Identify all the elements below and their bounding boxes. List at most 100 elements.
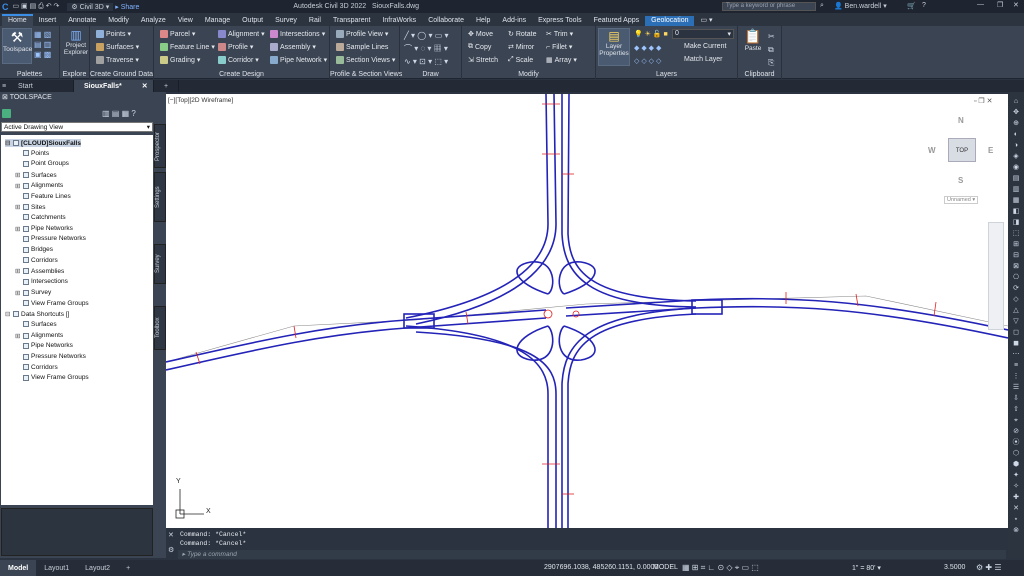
prospector-icon[interactable] [2,109,11,118]
profile-button[interactable]: Profile ▾ [218,43,253,51]
tree-item[interactable]: Pressure Networks [15,235,86,242]
toolspace-button[interactable]: ⚒ Toolspace [2,28,32,64]
vertical-tab-toolbox[interactable]: Toolbox [154,306,166,350]
compass-west[interactable]: W [928,146,936,155]
tree-item[interactable]: View Frame Groups [15,300,89,307]
layer-tools-icons[interactable]: ◆ ◆ ◆ ◆ [634,44,661,52]
tree-item[interactable]: Point Groups [15,160,69,167]
quick-access-icons[interactable]: ▭ ▣ ▤ ⎙ ↶ ↷ [11,2,62,11]
command-close-icon[interactable]: ✕ [168,531,174,539]
tabs-menu-icon[interactable]: ≡ [0,83,8,90]
ribbon-tab-annotate[interactable]: Annotate [62,16,102,26]
ribbon-tab-home[interactable]: Home [2,14,33,26]
model-space-toggle[interactable]: MODEL [653,564,678,571]
mirror-button[interactable]: ⇄ Mirror [508,43,534,52]
status-elevation-value[interactable]: 3.5000 [944,564,965,571]
new-tab-button[interactable]: + [154,80,180,92]
draw-tools-icons[interactable]: ╱ ▾ ◯ ▾ ▭ ▾ ⌒ ▾ ◌ ▾ ▦ ▾ ∿ ▾ ⊡ ▾ ⬚ ▾ [404,29,449,68]
ribbon-options-icon[interactable]: ▭ ▾ [694,15,718,26]
ribbon-tab-rail[interactable]: Rail [303,16,327,26]
rotate-button[interactable]: ↻ Rotate [508,30,537,39]
cart-icon[interactable]: 🛒 [905,2,918,10]
section-views-button[interactable]: Section Views ▾ [336,56,395,64]
layout-tab-model[interactable]: Model [0,560,37,576]
drawing-viewport[interactable]: [−][Top][2D Wireframe] ▫ ❐ ✕ Y X TOP N S… [166,94,1008,528]
tree-item[interactable]: ⊞ Sites [15,203,45,212]
layer-state-icons[interactable]: 💡 ☀ 🔓 ■ [634,30,668,38]
right-toolbar-icons[interactable]: ⌂ ✥ ⊕ ◐ ◑ ◈ ◉ ▤ ▥ ▦ ◧ ◨ ⬚ ⊞ ⊟ ⊠ ⎔ ⟳ ◇ △ ▽ ◻ ◼ ⋯ ≡ ⋮ ☰ ⇩ ⇧ ⌖ ⊘ ⦿ ⬡ ⬢ ✦ ✧ ✚ ✕ ⋆ ⊗ [1008,92,1024,536]
tree-item[interactable]: Pressure Networks [15,353,86,360]
ribbon-tab-help[interactable]: Help [470,16,496,26]
coordinate-readout[interactable]: 2907696.1038, 485260.1151, 0.0000 [544,564,658,571]
layout-tab-1[interactable]: Layout1 [36,560,77,576]
project-explorer-button[interactable]: ▥ Project Explorer [63,28,89,56]
tree-expander-icon[interactable]: ⊞ [15,332,21,340]
pipe-network-button[interactable]: Pipe Network ▾ [270,56,327,64]
ribbon-tab-analyze[interactable]: Analyze [135,16,172,26]
doc-tab-start[interactable]: Start [8,80,74,92]
tree-item[interactable]: ⊞ Pipe Networks [15,225,73,233]
trim-button[interactable]: ✂ Trim ▾ [546,30,573,39]
ribbon-tab-infraworks[interactable]: InfraWorks [376,16,422,26]
intersections-button[interactable]: Intersections ▾ [270,30,325,38]
command-input[interactable]: ▸ Type a command [178,550,1006,559]
search-icon[interactable]: ⌕ [818,2,826,10]
navigation-bar[interactable] [988,222,1004,330]
tree-item[interactable]: ⊟ Data Shortcuts [] [5,310,69,319]
layer-properties-button[interactable]: ▤ Layer Properties [598,28,630,66]
tree-item[interactable]: ⊞ Surfaces [15,171,57,180]
viewcube[interactable]: TOP [948,138,976,162]
assembly-button[interactable]: Assembly ▾ [270,43,316,51]
tree-item[interactable]: Corridors [15,257,58,264]
tree-item[interactable]: Intersections [15,278,68,285]
clipboard-tools-icons[interactable]: ✂ ⧉ ⎘ [768,30,775,69]
restore-button[interactable]: ❐ [995,1,1005,9]
tree-item[interactable]: ⊞ Alignments [15,182,63,190]
tree-item[interactable]: Corridors [15,364,58,371]
tree-item[interactable]: Catchments [15,214,66,221]
parcel-button[interactable]: Parcel ▾ [160,30,195,38]
surfaces-button[interactable]: Surfaces ▾ [96,43,139,51]
traverse-button[interactable]: Traverse ▾ [96,56,139,64]
points-button[interactable]: Points ▾ [96,30,131,38]
ribbon-tab-survey[interactable]: Survey [269,16,303,26]
palette-icons[interactable]: ▦ ▧ ▤ ▥ ▣ ▩ [34,30,51,60]
tree-item[interactable]: Surfaces [15,321,57,328]
make-current-button[interactable]: Make Current [684,43,726,50]
tree-item[interactable]: ⊞ Survey [15,289,51,297]
paste-button[interactable]: 📋 Paste [742,28,764,52]
vertical-tab-survey[interactable]: Survey [154,244,166,284]
ribbon-tab-geolocation[interactable]: Geolocation [645,16,695,26]
ribbon-tab-add-ins[interactable]: Add-ins [496,16,532,26]
layer-match-icons[interactable]: ◇ ◇ ◇ ◇ [634,57,661,65]
grading-button[interactable]: Grading ▾ [160,56,200,64]
tree-expander-icon[interactable]: ⊞ [15,182,21,190]
fillet-button[interactable]: ⌐ Fillet ▾ [546,43,572,52]
user-account[interactable]: 👤 Ben.wardell ▾ [832,2,889,10]
app-logo-icon[interactable]: C [0,2,11,12]
status-customize-icons[interactable]: ⚙ ✚ ☰ [976,563,1002,572]
compass-north[interactable]: N [958,116,964,125]
status-toggle-icons[interactable]: ▦ ⊞ ⌗ ∟ ⊙ ◇ ⌖ ▭ ⬚ [682,563,759,573]
doc-tab-siouxfalls[interactable]: SiouxFalls* ✕ [74,80,154,92]
compass-south[interactable]: S [958,176,963,185]
close-button[interactable]: ✕ [1011,1,1021,9]
tree-item[interactable]: Pipe Networks [15,342,73,349]
tree-expander-icon[interactable]: ⊞ [15,289,21,297]
tree-item[interactable]: ⊟ [CLOUD]SiouxFalls [5,139,81,147]
tree-expander-icon[interactable]: ⊞ [15,225,21,233]
ribbon-tab-output[interactable]: Output [236,16,269,26]
match-layer-button[interactable]: Match Layer [684,56,723,63]
move-button[interactable]: ✥ Move [468,30,493,39]
search-input[interactable]: Type a keyword or phrase [722,2,816,11]
tree-item[interactable]: Bridges [15,246,53,253]
help-icon[interactable]: ? [920,2,928,9]
sample-lines-button[interactable]: Sample Lines [336,43,388,51]
copy-button[interactable]: ⧉ Copy [468,43,491,51]
workspace-selector[interactable]: ⚙ Civil 3D ▾ [67,2,114,11]
toolspace-close-icon[interactable]: ⊠ [2,94,8,101]
layer-dropdown[interactable]: 0 ▾ [672,29,734,39]
ribbon-tab-modify[interactable]: Modify [102,16,135,26]
alignment-button[interactable]: Alignment ▾ [218,30,265,38]
share-button[interactable]: ▸ Share [113,3,141,11]
